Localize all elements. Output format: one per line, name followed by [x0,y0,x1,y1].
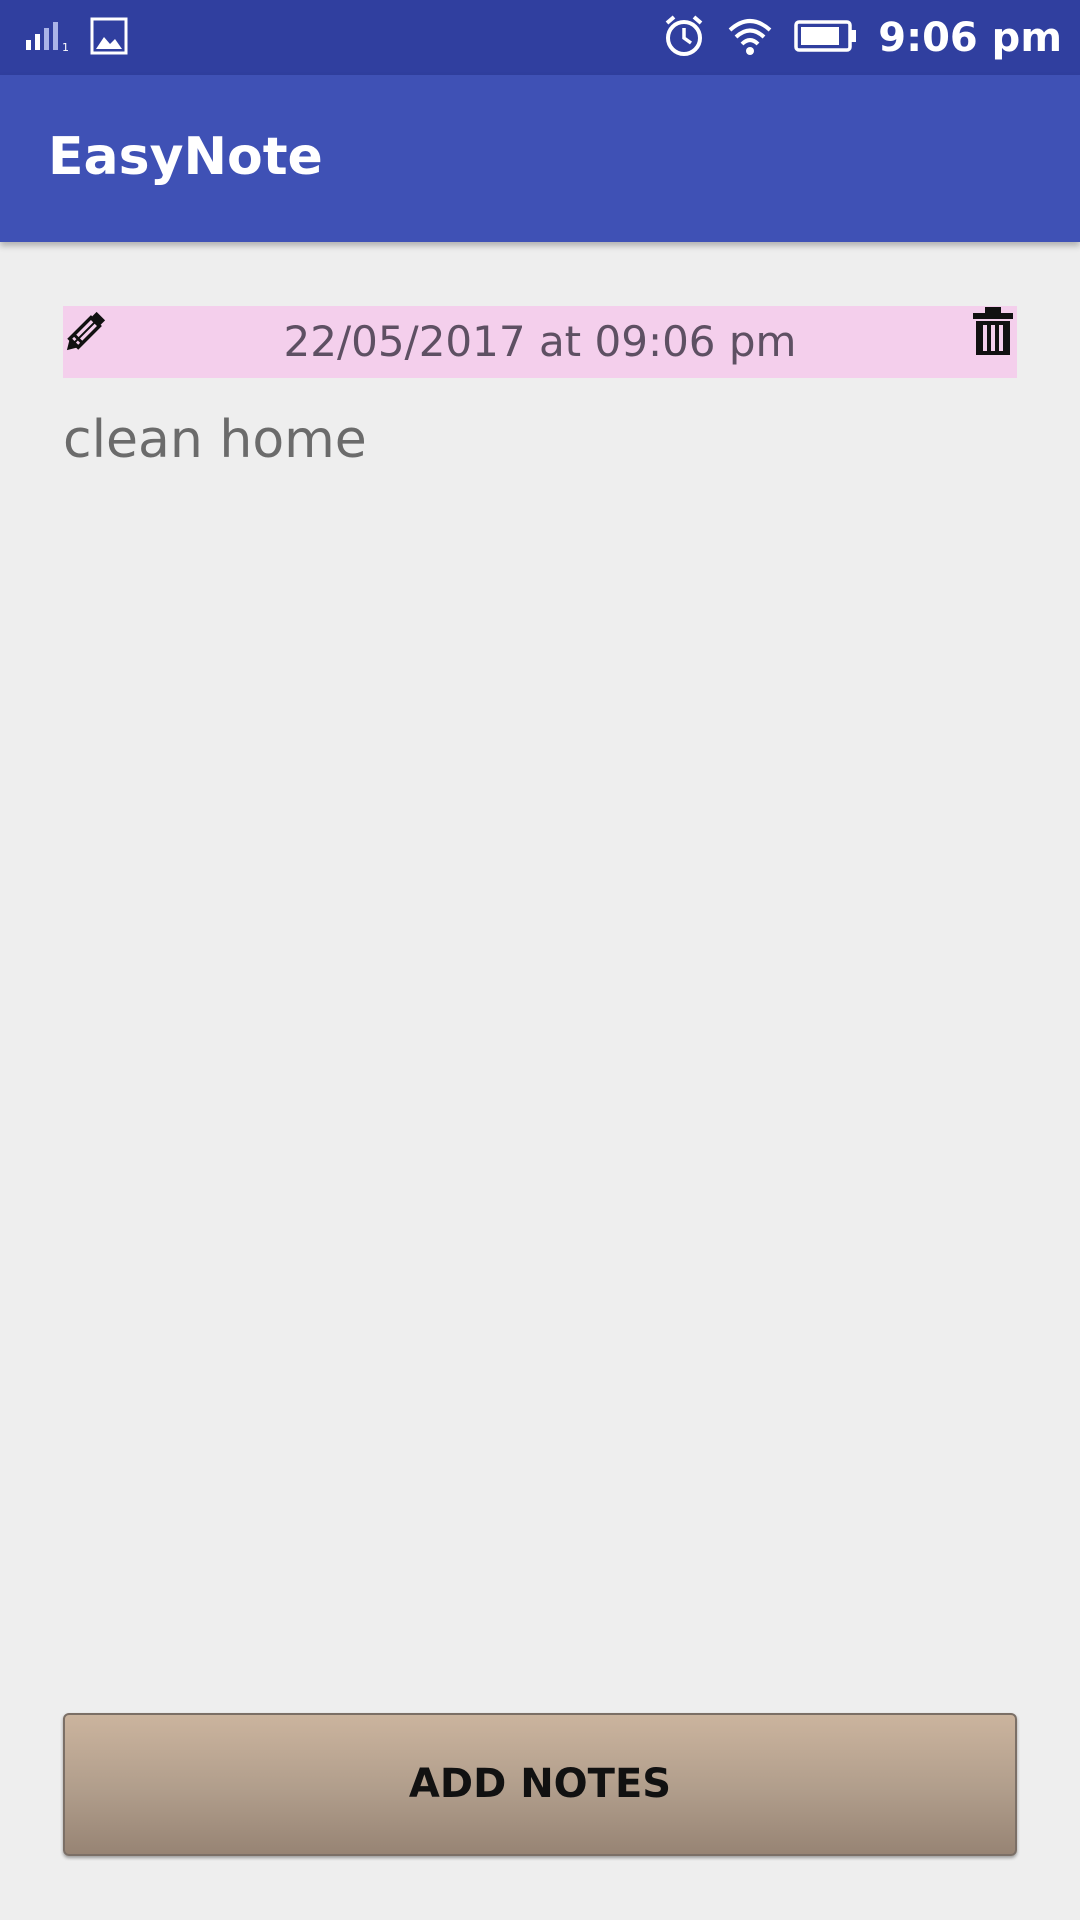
note-date: 22/05/2017 at 09:06 pm [283,317,797,366]
app-title: EasyNote [48,127,323,187]
status-time: 9:06 pm [878,15,1062,61]
app-bar: EasyNote [0,75,1080,242]
signal-icon: 1 [24,20,72,56]
gallery-icon [90,17,128,59]
note-text: clean home [63,410,367,470]
alarm-icon [662,14,706,62]
add-notes-button[interactable]: ADD NOTES [63,1713,1017,1856]
status-bar: 1 9:06 pm [0,0,1080,75]
trash-icon[interactable] [971,306,1015,356]
battery-icon [794,18,858,58]
sim-label: 1 [62,41,69,52]
note-header: 22/05/2017 at 09:06 pm [63,306,1017,378]
screen: 1 9:06 pm EasyNote 22/05/2017 at 09:06 p… [0,0,1080,1920]
wifi-icon [726,16,774,60]
